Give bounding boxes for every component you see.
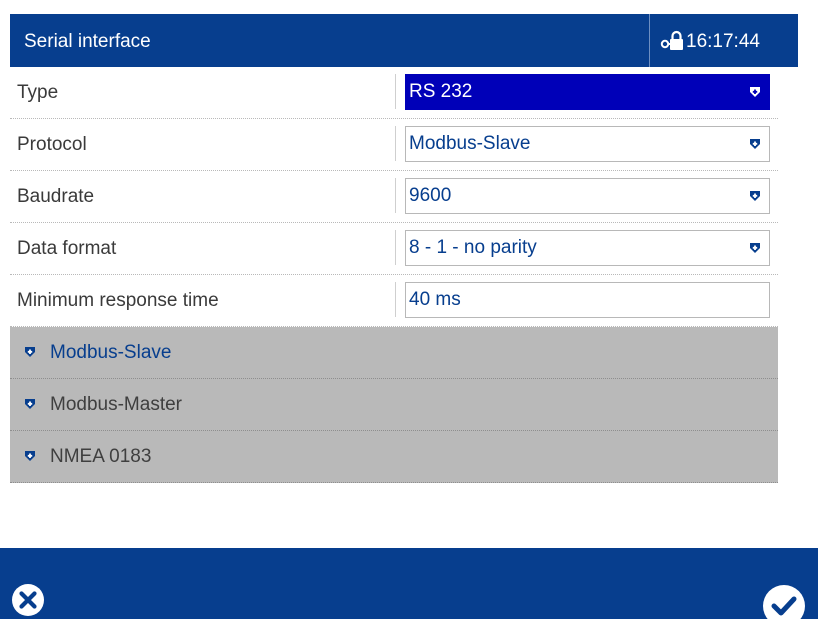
row-min-response-time: Minimum response time 40 ms — [10, 275, 778, 327]
page-title: Serial interface — [24, 31, 151, 52]
row-data-format: Data format 8 - 1 - no parity — [10, 223, 778, 275]
baudrate-label: Baudrate — [17, 186, 95, 207]
min-response-time-input[interactable]: 40 ms — [405, 282, 770, 318]
section-nmea-0183[interactable]: NMEA 0183 — [10, 431, 778, 483]
section-label: Modbus-Slave — [50, 342, 172, 363]
dropdown-arrow-icon — [750, 87, 760, 97]
section-label: Modbus-Master — [50, 394, 182, 415]
min-response-time-label: Minimum response time — [17, 290, 219, 311]
clock-area[interactable]: 16:17:44 — [649, 14, 799, 67]
settings-list: Type RS 232 Protocol Modbus-Slave Baudra… — [10, 67, 778, 483]
data-format-value: 8 - 1 - no parity — [409, 237, 537, 258]
dropdown-arrow-icon — [750, 191, 760, 201]
cancel-icon[interactable] — [10, 582, 46, 618]
title-bar: Serial interface 16:17:44 — [10, 14, 798, 67]
row-type: Type RS 232 — [10, 67, 778, 119]
protocol-dropdown[interactable]: Modbus-Slave — [405, 126, 770, 162]
baudrate-dropdown[interactable]: 9600 — [405, 178, 770, 214]
confirm-icon[interactable] — [762, 584, 806, 628]
login-key-icon — [660, 30, 683, 50]
expand-icon — [25, 451, 35, 461]
dropdown-arrow-icon — [750, 243, 760, 253]
footer-bar — [0, 548, 818, 627]
data-format-dropdown[interactable]: 8 - 1 - no parity — [405, 230, 770, 266]
section-modbus-slave[interactable]: Modbus-Slave — [10, 327, 778, 379]
row-baudrate: Baudrate 9600 — [10, 171, 778, 223]
divider — [395, 230, 396, 265]
baudrate-value: 9600 — [409, 185, 452, 206]
protocol-value: Modbus-Slave — [409, 133, 531, 154]
clock-time: 16:17:44 — [686, 31, 760, 52]
type-dropdown[interactable]: RS 232 — [405, 74, 770, 110]
protocol-label: Protocol — [17, 134, 87, 155]
dropdown-arrow-icon — [750, 139, 760, 149]
divider — [395, 74, 396, 109]
section-modbus-master[interactable]: Modbus-Master — [10, 379, 778, 431]
type-label: Type — [17, 82, 59, 103]
expand-icon — [25, 399, 35, 409]
expand-icon — [25, 347, 35, 357]
section-label: NMEA 0183 — [50, 446, 152, 467]
divider — [395, 178, 396, 213]
row-protocol: Protocol Modbus-Slave — [10, 119, 778, 171]
divider — [395, 282, 396, 317]
divider — [395, 126, 396, 161]
min-response-time-value: 40 ms — [409, 289, 461, 310]
type-value: RS 232 — [409, 81, 473, 102]
data-format-label: Data format — [17, 238, 117, 259]
